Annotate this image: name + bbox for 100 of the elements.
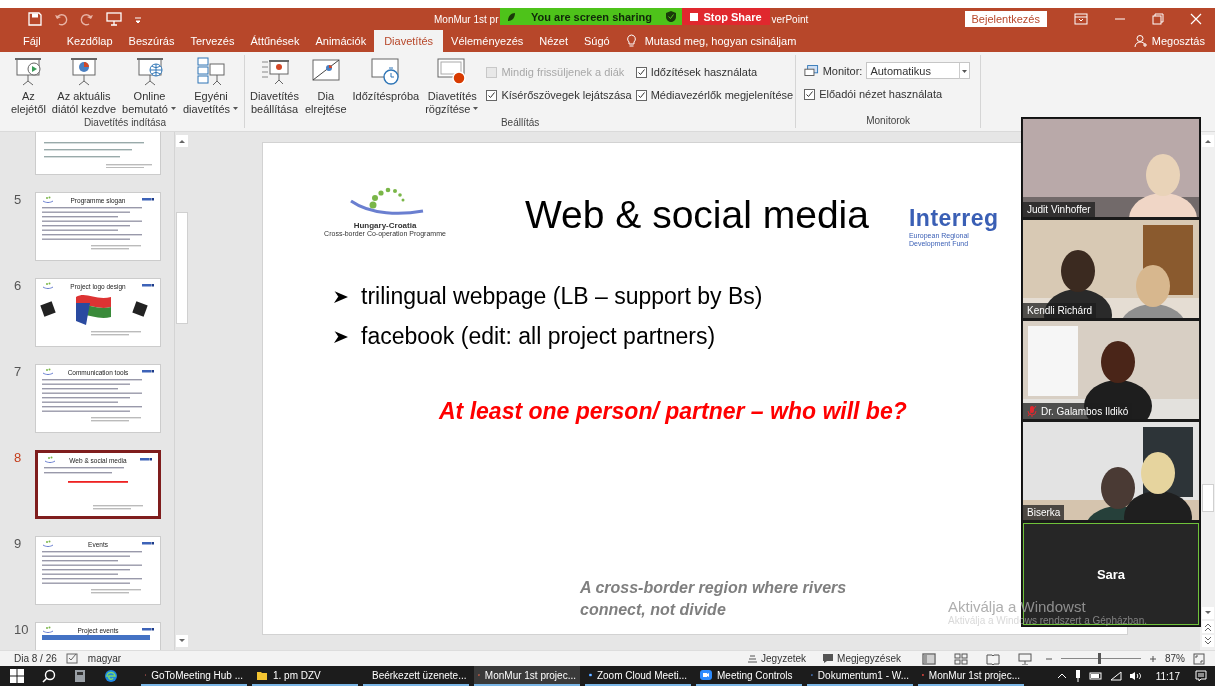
- ribbon-button[interactable]: Online bemutató: [119, 55, 180, 117]
- redo-icon[interactable]: [80, 12, 94, 26]
- comments-button[interactable]: Megjegyzések: [822, 653, 901, 664]
- zoom-level[interactable]: 87%: [1165, 653, 1185, 664]
- ribbon-tab[interactable]: Áttűnések: [242, 30, 308, 52]
- taskbar-app[interactable]: Zoom Cloud Meeti...: [585, 666, 691, 686]
- previous-slide-icon[interactable]: [1201, 621, 1214, 633]
- close-icon[interactable]: [1190, 13, 1202, 25]
- window-title: verPoint: [771, 13, 809, 25]
- ribbon-button[interactable]: Diavetítés rögzítése: [422, 55, 483, 117]
- interreg-logo-icon: [142, 628, 154, 632]
- group-label: Diavetítés indítása: [82, 117, 168, 128]
- interreg-logo-icon: [142, 198, 154, 202]
- notification-icon[interactable]: [1195, 670, 1207, 682]
- comment-icon: [822, 653, 835, 664]
- checkbox[interactable]: [635, 89, 647, 101]
- fit-to-window-icon[interactable]: [1193, 652, 1205, 665]
- calculator-icon[interactable]: [74, 669, 86, 683]
- clock[interactable]: 11:17: [1155, 670, 1180, 682]
- ribbon-tab[interactable]: Fájl: [15, 30, 49, 52]
- next-slide-icon[interactable]: [1201, 635, 1214, 647]
- scroll-down-icon[interactable]: [1201, 607, 1214, 619]
- checkbox[interactable]: [486, 89, 498, 101]
- save-icon[interactable]: [28, 12, 42, 26]
- taskbar-app[interactable]: 1. pm DZV: [252, 666, 358, 686]
- ribbon-button[interactable]: Diavetítés beállítása: [247, 55, 302, 117]
- scroll-down-icon[interactable]: [175, 635, 188, 647]
- normal-view-icon[interactable]: [922, 652, 936, 665]
- checkbox[interactable]: [635, 66, 647, 78]
- monitor-dropdown[interactable]: Automatikus: [866, 62, 971, 79]
- slide-title: Web & social media: [525, 193, 869, 237]
- chevron-up-icon[interactable]: [1056, 671, 1067, 681]
- bullet-text: trilingual webpage (LB – support by Bs): [361, 283, 763, 310]
- taskbar-app[interactable]: MonMur 1st projec...: [474, 666, 580, 686]
- window-title: MonMur 1st pr: [434, 13, 499, 25]
- slide-number: 5: [14, 192, 23, 209]
- restore-icon[interactable]: [1152, 13, 1164, 25]
- share-button[interactable]: Megosztás: [1133, 30, 1205, 52]
- slideshow-icon[interactable]: [1018, 652, 1032, 665]
- footer-text: A cross-border region where rivers connect, not divide: [580, 578, 848, 620]
- ribbon-tab[interactable]: Kezdőlap: [58, 30, 121, 52]
- stopwatch-icon: [369, 56, 402, 88]
- slide-number: 10: [14, 622, 27, 639]
- scroll-up-icon[interactable]: [1201, 135, 1214, 147]
- ribbon-display-icon[interactable]: [1074, 13, 1088, 25]
- record-icon: [436, 56, 469, 88]
- taskbar-app[interactable]: Beérkezett üzenete...: [363, 666, 469, 686]
- interreg-logo-icon: [142, 370, 154, 374]
- group-label: Beállítás: [499, 117, 541, 128]
- wifi-icon[interactable]: [1109, 671, 1122, 681]
- ribbon-button[interactable]: Időzítéspróba: [349, 55, 423, 104]
- zoom-in-icon[interactable]: [1149, 654, 1157, 663]
- sign-in-button[interactable]: Bejelentkezés: [964, 11, 1047, 27]
- programme-logo-icon: [42, 282, 54, 290]
- windows-start-icon[interactable]: [10, 669, 24, 683]
- search-icon[interactable]: [42, 669, 56, 683]
- slide-number: 7: [14, 364, 23, 381]
- zoom-slider-thumb[interactable]: [1097, 653, 1101, 664]
- ribbon-tab[interactable]: Animációk: [307, 30, 375, 52]
- tell-me-field[interactable]: Mutasd meg, hogyan csináljam: [625, 30, 797, 52]
- taskbar-app[interactable]: Dokumentum1 - W...: [807, 666, 913, 686]
- scrollbar-thumb[interactable]: [1201, 484, 1214, 512]
- ribbon-button[interactable]: Egyéni diavetítés: [179, 55, 243, 117]
- usb-icon[interactable]: [1073, 670, 1082, 682]
- ribbon-tab[interactable]: Súgó: [576, 30, 618, 52]
- language-label[interactable]: magyar: [87, 653, 122, 664]
- interreg-logo-icon: [142, 542, 154, 546]
- taskbar-app[interactable]: MonMur 1st projec...: [918, 666, 1024, 686]
- slide-sorter-icon[interactable]: [954, 652, 968, 665]
- projector-icon[interactable]: [106, 12, 122, 26]
- notes-button[interactable]: Jegyzetek: [747, 653, 807, 664]
- ribbon-button[interactable]: Az elejétől: [8, 55, 49, 117]
- browser-icon[interactable]: [104, 669, 118, 683]
- checkbox[interactable]: [804, 88, 816, 100]
- reading-view-icon[interactable]: [986, 652, 1000, 665]
- scroll-up-icon[interactable]: [175, 135, 188, 147]
- ribbon-button[interactable]: Az aktuális diától kezdve: [48, 55, 120, 117]
- scrollbar-thumb[interactable]: [175, 212, 188, 324]
- sharing-status: You are screen sharing: [530, 10, 653, 23]
- spellcheck-icon[interactable]: [65, 653, 79, 664]
- taskbar-app[interactable]: GoToMeeting Hub ...: [141, 666, 247, 686]
- checkbox-label: Időzítések használata: [650, 66, 758, 78]
- leaf-icon: [506, 11, 517, 22]
- shield-icon: [666, 11, 677, 22]
- battery-icon[interactable]: [1088, 671, 1103, 681]
- ribbon-tab[interactable]: Nézet: [531, 30, 576, 52]
- ribbon-tab[interactable]: Diavetítés: [374, 30, 444, 52]
- ribbon-button[interactable]: Dia elrejtése: [301, 55, 350, 117]
- undo-icon[interactable]: [54, 12, 68, 26]
- caret-icon: [959, 62, 970, 79]
- ribbon-tab[interactable]: Véleményezés: [443, 30, 532, 52]
- speaker-icon[interactable]: [1128, 671, 1141, 681]
- taskbar-app[interactable]: Meeting Controls: [696, 666, 802, 686]
- stop-share-button[interactable]: Stop Share: [682, 8, 770, 25]
- programme-logo-icon: [42, 626, 54, 634]
- programme-logo-icon: [42, 196, 54, 204]
- slide-counter: Dia 8 / 26: [14, 653, 57, 664]
- ribbon-tab[interactable]: Beszúrás: [120, 30, 183, 52]
- participant-name: Biserka: [1023, 505, 1065, 520]
- ribbon-tab[interactable]: Tervezés: [182, 30, 243, 52]
